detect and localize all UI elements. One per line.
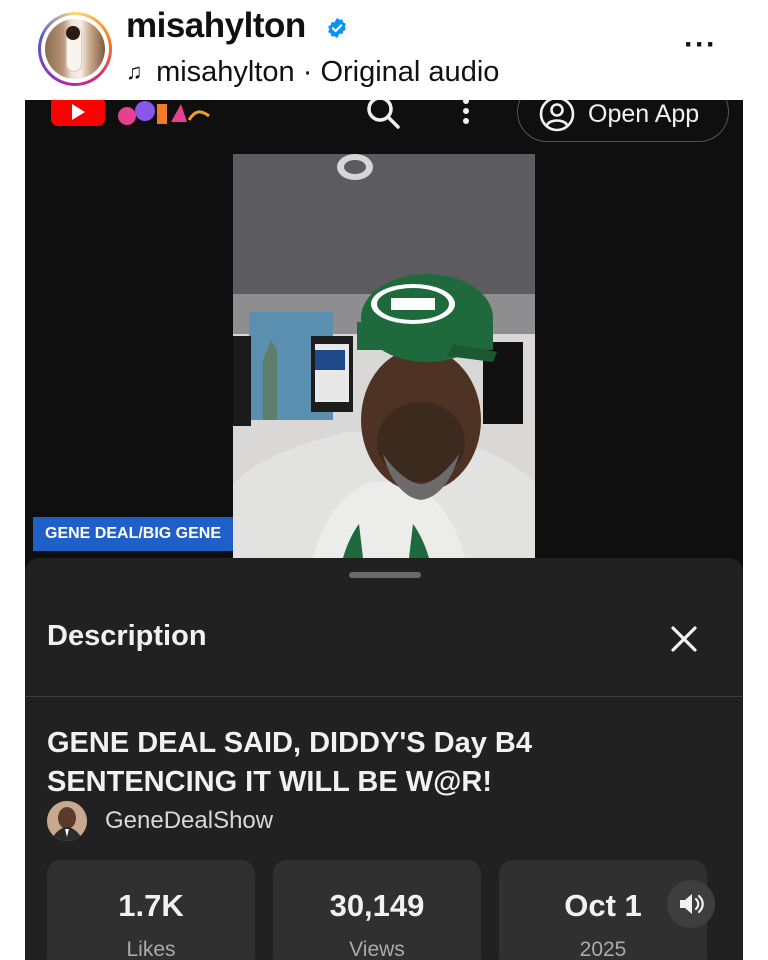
more-options-button[interactable]: ··· — [684, 28, 717, 62]
music-note-icon: ♫ — [126, 59, 143, 84]
search-icon[interactable] — [363, 100, 403, 132]
avatar-photo — [45, 19, 105, 79]
channel-name[interactable]: GeneDealShow — [105, 807, 273, 835]
username[interactable]: misahylton — [126, 6, 306, 46]
doodle-icon — [118, 101, 210, 125]
youtube-topbar: Open App — [25, 100, 743, 152]
upload-year: 2025 — [579, 938, 627, 960]
profile-avatar[interactable] — [38, 12, 112, 86]
open-app-label: Open App — [588, 100, 700, 128]
youtube-screen: Open App GENE DEAL/BIG GENE Description — [25, 100, 743, 960]
drag-handle[interactable] — [349, 572, 421, 578]
youtube-logo-icon[interactable] — [51, 100, 105, 126]
kebab-menu-icon[interactable] — [461, 100, 471, 126]
divider — [25, 696, 743, 697]
views-stat: 30,149 Views — [273, 860, 481, 960]
description-sheet: Description GENE DEAL SAID, DIDDY'S Day … — [25, 558, 743, 960]
views-count: 30,149 — [329, 888, 425, 923]
likes-count: 1.7K — [118, 888, 184, 923]
likes-label: Likes — [126, 938, 176, 960]
account-icon — [539, 100, 575, 132]
open-app-button[interactable]: Open App — [517, 100, 729, 142]
close-icon[interactable] — [667, 622, 701, 656]
likes-stat: 1.7K Likes — [47, 860, 255, 960]
audio-attribution[interactable]: ♫ misahylton · Original audio — [126, 56, 499, 89]
video-caption-badge: GENE DEAL/BIG GENE — [33, 517, 234, 551]
video-title: GENE DEAL SAID, DIDDY'S Day B4 SENTENCIN… — [47, 727, 532, 798]
description-heading: Description — [47, 620, 207, 652]
audio-label: misahylton · Original audio — [156, 56, 500, 88]
post-header: misahylton ♫ misahylton · Original audio… — [0, 0, 768, 100]
verified-badge-icon — [328, 17, 346, 39]
views-label: Views — [349, 938, 405, 960]
video-player[interactable] — [233, 154, 535, 558]
channel-avatar[interactable] — [47, 801, 87, 841]
volume-icon[interactable] — [667, 880, 715, 928]
